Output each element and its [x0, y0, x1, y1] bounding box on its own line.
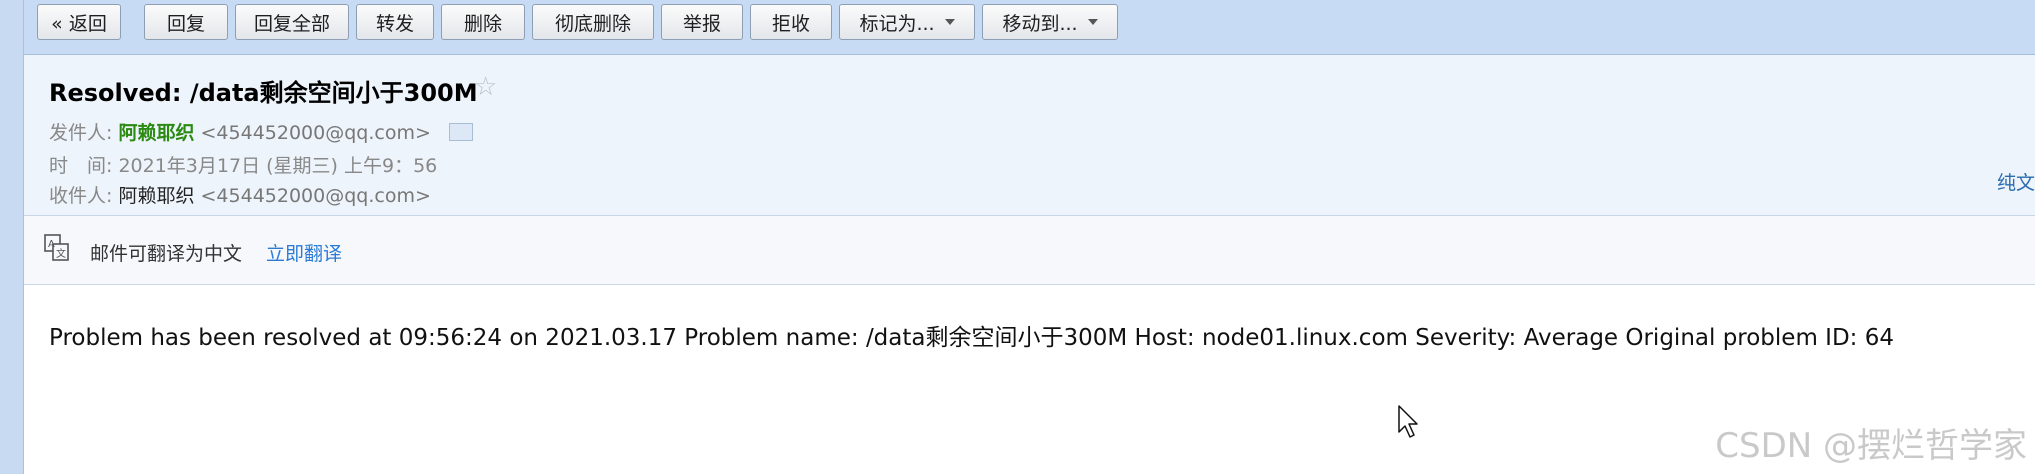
mail-header: Resolved: /data剩余空间小于300M ☆ 发件人: 阿赖耶织 <4… — [24, 55, 2035, 216]
translate-now-link[interactable]: 立即翻译 — [266, 239, 342, 266]
contact-card-icon[interactable] — [448, 122, 473, 141]
sender-label: 发件人: — [49, 122, 113, 144]
move-to-dropdown[interactable]: 移动到... — [982, 4, 1118, 40]
time-label: 时 间: — [49, 155, 113, 177]
forward-button[interactable]: 转发 — [356, 4, 434, 40]
svg-text:文: 文 — [56, 247, 66, 260]
star-icon[interactable]: ☆ — [474, 72, 497, 102]
left-panel-strip — [0, 0, 24, 474]
mouse-cursor-icon — [1398, 405, 1418, 438]
recipient-address: <454452000@qq.com> — [200, 185, 431, 207]
reply-button[interactable]: 回复 — [144, 4, 228, 40]
back-button[interactable]: « 返回 — [37, 4, 121, 40]
translate-bar: A 文 邮件可翻译为中文 立即翻译 — [24, 216, 2035, 285]
delete-permanently-button[interactable]: 彻底删除 — [532, 4, 654, 40]
recipient-label: 收件人: — [49, 185, 113, 207]
report-button[interactable]: 举报 — [661, 4, 743, 40]
reply-all-button[interactable]: 回复全部 — [235, 4, 349, 40]
chevron-down-icon — [944, 19, 955, 25]
translate-message: 邮件可翻译为中文 — [90, 243, 243, 265]
csdn-watermark: CSDN @摆烂哲学家 — [1715, 426, 2027, 466]
sender-row: 发件人: 阿赖耶织 <454452000@qq.com> — [49, 118, 473, 145]
recipient-row: 收件人: 阿赖耶织 <454452000@qq.com> — [49, 181, 431, 208]
move-to-label: 移动到... — [1002, 12, 1078, 35]
time-row: 时 间: 2021年3月17日 (星期三) 上午9：56 — [49, 151, 437, 178]
mark-as-dropdown[interactable]: 标记为... — [839, 4, 975, 40]
mail-toolbar: « 返回 回复 回复全部 转发 删除 彻底删除 举报 拒收 标记为... 移动到… — [24, 0, 2035, 55]
reject-button[interactable]: 拒收 — [750, 4, 832, 40]
sender-address: <454452000@qq.com> — [200, 122, 431, 144]
mark-as-label: 标记为... — [859, 12, 935, 35]
mail-subject: Resolved: /data剩余空间小于300M — [49, 79, 478, 107]
sender-name[interactable]: 阿赖耶织 — [118, 122, 194, 144]
plain-text-link[interactable]: 纯文 — [1997, 168, 2035, 195]
mail-body: Problem has been resolved at 09:56:24 on… — [49, 325, 1894, 351]
svg-text:A: A — [48, 239, 55, 250]
recipient-name[interactable]: 阿赖耶织 — [118, 185, 194, 207]
translate-icon: A 文 — [44, 234, 69, 261]
chevron-down-icon — [1087, 19, 1098, 25]
delete-button[interactable]: 删除 — [441, 4, 525, 40]
time-value: 2021年3月17日 (星期三) 上午9：56 — [118, 155, 438, 177]
